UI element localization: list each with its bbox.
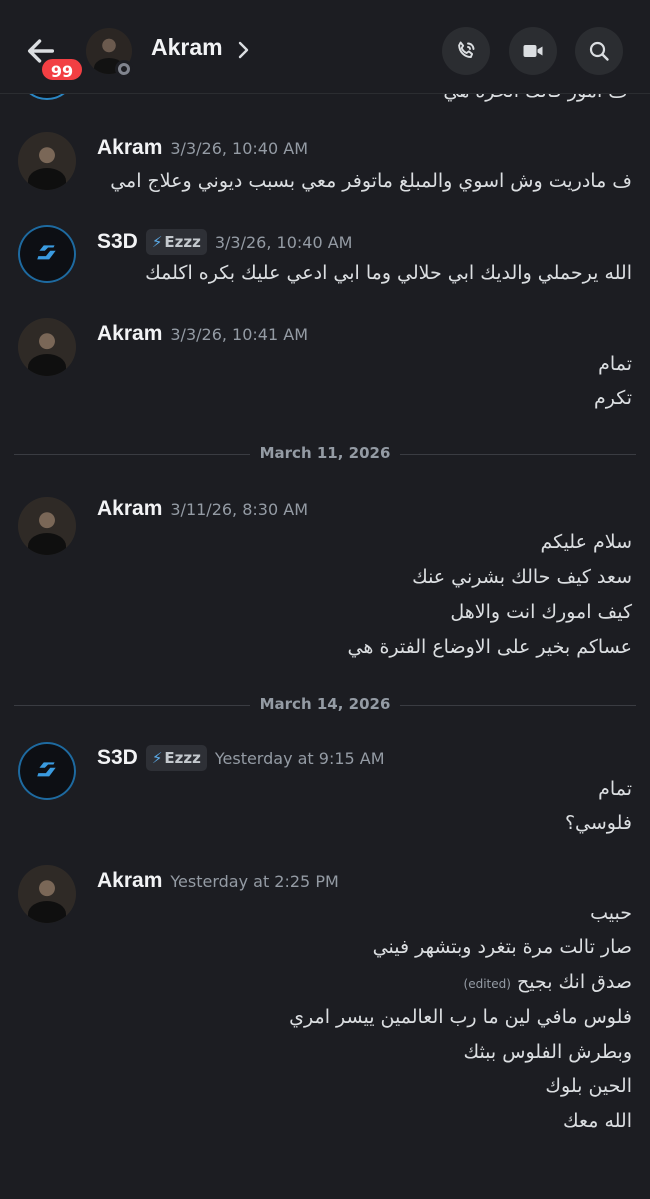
message-text: وبطرش الفلوس ببثك xyxy=(463,1041,632,1063)
message-text: سلام عليكم xyxy=(540,531,632,553)
avatar[interactable] xyxy=(18,94,76,100)
message-text: سعد كيف حالك بشرني عنك xyxy=(412,566,632,588)
server-tag-label: Ezzz xyxy=(164,233,201,251)
voice-call-button[interactable] xyxy=(442,27,490,75)
timestamp: 3/11/26, 8:30 AM xyxy=(170,499,308,519)
message-header: Akram 3/3/26, 10:41 AM xyxy=(97,322,308,346)
message-text: ف مادريت وش اسوي والمبلغ ماتوفر معي بسبب… xyxy=(110,170,632,192)
author-name[interactable]: S3D xyxy=(97,230,138,254)
search-button[interactable] xyxy=(575,27,623,75)
offline-status-icon xyxy=(115,60,133,78)
author-name[interactable]: Akram xyxy=(97,497,162,521)
date-divider: March 14, 2026 xyxy=(14,695,636,715)
author-name[interactable]: Akram xyxy=(97,136,162,160)
unread-badge: 99 xyxy=(40,57,84,82)
lightning-icon: ⚡ xyxy=(151,233,163,251)
message-text: فلوس مافي لين ما رب العالمين ييسر امري xyxy=(289,1006,632,1028)
message-header: Akram Yesterday at 2:25 PM xyxy=(97,869,339,893)
author-name[interactable]: S3D xyxy=(97,746,138,770)
message-text: عساكم بخير على الاوضاع الفترة هي xyxy=(347,636,632,658)
s3d-logo-icon xyxy=(37,245,56,260)
search-icon xyxy=(589,41,609,61)
phone-call-icon xyxy=(458,41,475,59)
avatar[interactable] xyxy=(18,225,76,283)
message-text: صدق انك بجيح (edited) xyxy=(464,971,632,993)
server-tag[interactable]: ⚡ Ezzz xyxy=(145,229,207,255)
timestamp: 3/3/26, 10:40 AM xyxy=(170,138,308,158)
chevron-right-icon[interactable] xyxy=(236,40,252,60)
s3d-logo-icon xyxy=(37,762,56,777)
server-tag-label: Ezzz xyxy=(164,749,201,767)
author-name[interactable]: Akram xyxy=(97,322,162,346)
author-name[interactable]: Akram xyxy=(97,869,162,893)
avatar[interactable] xyxy=(18,132,76,190)
edited-label: (edited) xyxy=(463,977,511,991)
timestamp: 3/3/26, 10:40 AM xyxy=(214,232,353,252)
message-text: صار تالت مرة بتغرد وبتشهر فيني xyxy=(372,936,632,958)
timestamp: Yesterday at 9:15 AM xyxy=(214,748,385,768)
message-header: S3D ⚡ Ezzz 3/3/26, 10:40 AM xyxy=(97,229,352,255)
timestamp: 3/3/26, 10:41 AM xyxy=(170,324,308,344)
message-text: فلوسي؟ xyxy=(564,812,632,834)
avatar[interactable] xyxy=(18,742,76,800)
video-camera-icon xyxy=(523,45,543,57)
timestamp: Yesterday at 2:25 PM xyxy=(170,871,339,891)
message-text: كيف امورك انت والاهل xyxy=(450,601,632,623)
message-header: Akram 3/3/26, 10:40 AM xyxy=(97,136,308,160)
message-text: ف امور فالك الحرة هي xyxy=(443,94,628,102)
message-text: الحين بلوك xyxy=(545,1075,632,1097)
date-divider-label: March 14, 2026 xyxy=(259,695,391,713)
avatar[interactable] xyxy=(18,318,76,376)
video-call-button[interactable] xyxy=(509,27,557,75)
avatar[interactable] xyxy=(18,865,76,923)
message-text: تكرم xyxy=(593,387,632,409)
contact-name[interactable]: Akram xyxy=(151,34,223,61)
message-text: الله يرحملي والديك ابي حلالي وما ابي ادع… xyxy=(145,262,632,284)
message-text: الله معك xyxy=(563,1110,632,1132)
date-divider: March 11, 2026 xyxy=(14,444,636,464)
server-tag[interactable]: ⚡ Ezzz xyxy=(145,745,207,771)
message-header: S3D ⚡ Ezzz Yesterday at 9:15 AM xyxy=(97,745,385,771)
date-divider-label: March 11, 2026 xyxy=(259,444,391,462)
chat-header: 99 Akram xyxy=(0,0,650,94)
message-text: تمام xyxy=(598,778,632,800)
message-text: حبيب xyxy=(590,902,632,924)
message-list[interactable]: ف امور فالك الحرة هي Akram 3/3/26, 10:40… xyxy=(0,94,650,1199)
message-header: Akram 3/11/26, 8:30 AM xyxy=(97,497,308,521)
lightning-icon: ⚡ xyxy=(151,749,163,767)
avatar[interactable] xyxy=(18,497,76,555)
message-text: تمام xyxy=(598,353,632,375)
message-text-content: صدق انك بجيح xyxy=(516,971,632,993)
